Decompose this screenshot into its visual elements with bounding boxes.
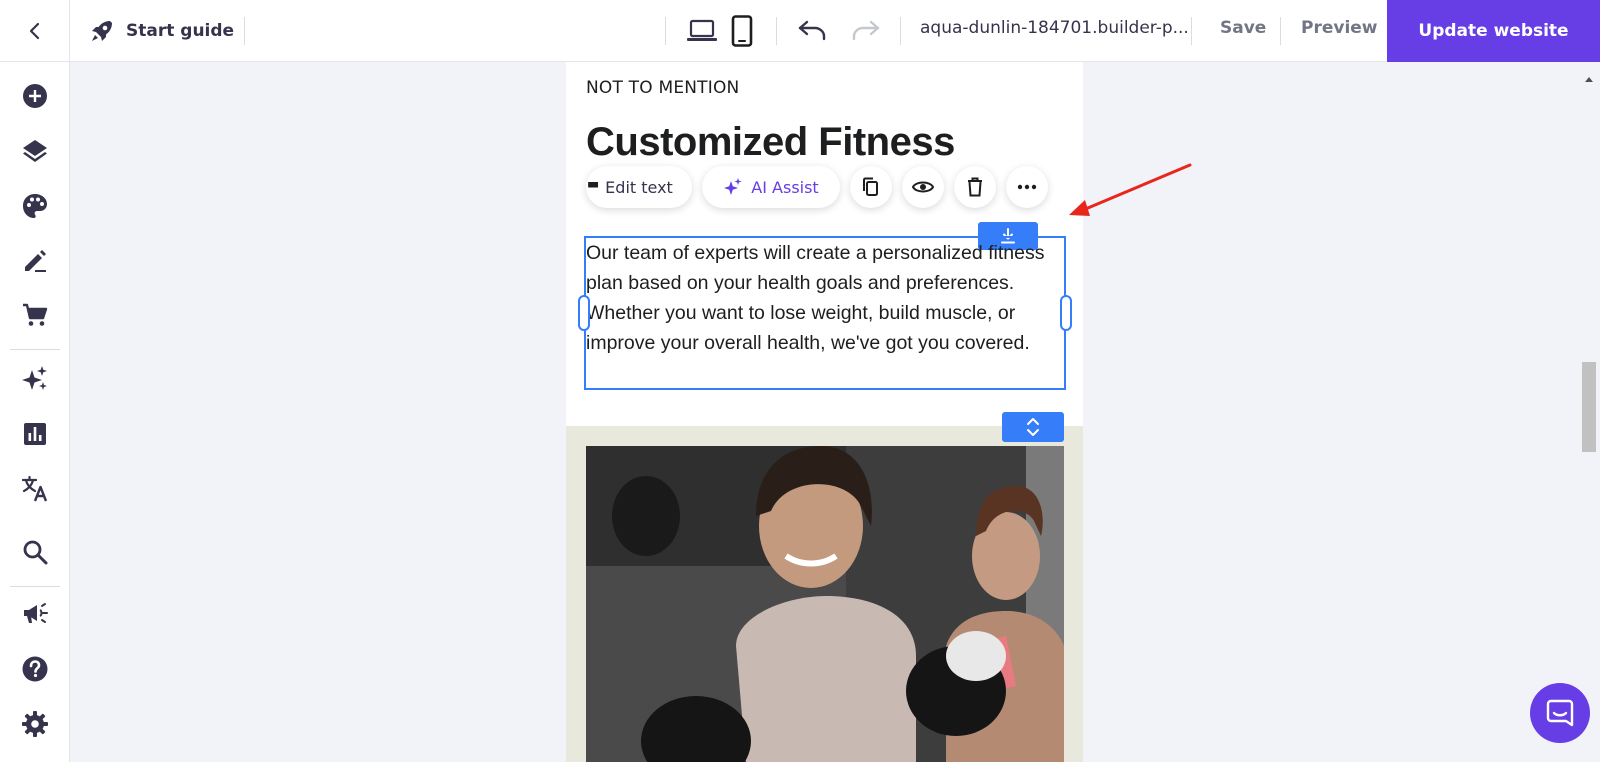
eye-icon [912, 181, 934, 193]
undo-button[interactable] [796, 18, 828, 44]
sidebar-item-store[interactable] [18, 298, 52, 332]
more-horizontal-icon [1017, 184, 1037, 190]
ai-sparkle-icon [22, 366, 47, 390]
sidebar-item-translate[interactable] [18, 472, 52, 506]
sidebar-item-help[interactable] [18, 652, 52, 686]
divider [665, 17, 666, 45]
save-button[interactable]: Save [1220, 18, 1266, 38]
undo-icon [798, 20, 826, 41]
divider [1191, 17, 1192, 45]
chat-support-button[interactable] [1530, 683, 1590, 743]
resize-handle-right[interactable] [1060, 295, 1072, 331]
mobile-view-button[interactable] [730, 14, 754, 48]
ai-assist-button[interactable]: AI Assist [702, 166, 840, 208]
ai-sparkle-icon [724, 178, 742, 195]
chevron-left-icon [29, 22, 39, 40]
divider [244, 17, 245, 45]
desktop-view-button[interactable] [686, 16, 718, 46]
analytics-icon [24, 423, 46, 445]
ai-assist-label: AI Assist [751, 177, 819, 197]
site-url[interactable]: aqua-dunlin-184701.builder-p... [920, 18, 1189, 38]
divider [10, 349, 60, 350]
resize-section-handle[interactable] [1002, 412, 1064, 442]
annotation-arrow-icon [1069, 163, 1192, 216]
sidebar-item-marketing[interactable] [18, 597, 52, 631]
back-button[interactable] [0, 0, 70, 62]
preview-button[interactable]: Preview [1301, 18, 1378, 38]
sidebar-item-styles[interactable] [18, 189, 52, 223]
scroll-up-button[interactable] [1584, 68, 1594, 87]
redo-icon [852, 20, 880, 41]
translate-icon [21, 475, 48, 502]
help-icon [22, 656, 48, 682]
duplicate-button[interactable] [850, 166, 892, 208]
section-kicker[interactable]: NOT TO MENTION [586, 78, 739, 98]
layers-icon [23, 140, 47, 162]
start-guide-button[interactable]: Start guide [88, 14, 234, 48]
update-website-button[interactable]: Update website [1387, 0, 1600, 62]
laptop-icon [687, 19, 717, 41]
add-icon [23, 84, 47, 108]
sidebar-item-add[interactable] [18, 79, 52, 113]
search-icon [23, 540, 48, 565]
sidebar-item-blog[interactable] [18, 244, 52, 278]
rocket-icon [92, 21, 112, 41]
divider [900, 17, 901, 45]
boxing-women-image [586, 446, 1064, 762]
redo-button[interactable] [850, 18, 882, 44]
chat-icon [1546, 699, 1574, 727]
image-section [566, 426, 1083, 762]
divider [776, 17, 777, 45]
sidebar-item-layers[interactable] [18, 134, 52, 168]
section-paragraph[interactable]: Our team of experts will create a person… [586, 238, 1064, 358]
section-heading-second-line: ▪ [586, 182, 601, 204]
section-heading[interactable]: Customized Fitness [586, 120, 955, 165]
resize-handle-left[interactable] [578, 295, 590, 331]
divider [10, 586, 60, 587]
copy-icon [863, 177, 878, 196]
divider [1280, 17, 1281, 45]
fitness-photo[interactable] [586, 446, 1064, 762]
scrollbar-thumb[interactable] [1582, 362, 1596, 452]
heading-overflow: ▪ [586, 182, 696, 204]
settings-icon [22, 711, 48, 737]
palette-icon [23, 194, 47, 218]
delete-button[interactable] [954, 166, 996, 208]
website-canvas: NOT TO MENTION Customized Fitness Edit t… [566, 62, 1083, 762]
caret-up-icon [1585, 77, 1593, 82]
sidebar-item-settings[interactable] [18, 707, 52, 741]
cart-icon [23, 303, 48, 326]
sidebar-item-ai-tools[interactable] [18, 362, 52, 396]
chevron-up-down-icon [1027, 418, 1039, 436]
top-bar: Start guide aqua-dunlin-184701.builder-p… [0, 0, 1600, 62]
start-guide-label: Start guide [126, 21, 235, 41]
sidebar [0, 62, 70, 762]
visibility-button[interactable] [902, 166, 944, 208]
trash-icon [968, 177, 982, 197]
sidebar-item-seo[interactable] [18, 535, 52, 569]
mobile-phone-icon [731, 15, 753, 47]
more-options-button[interactable] [1006, 166, 1048, 208]
edit-pen-icon [25, 250, 46, 272]
megaphone-icon [24, 603, 48, 623]
sidebar-item-analytics[interactable] [18, 417, 52, 451]
